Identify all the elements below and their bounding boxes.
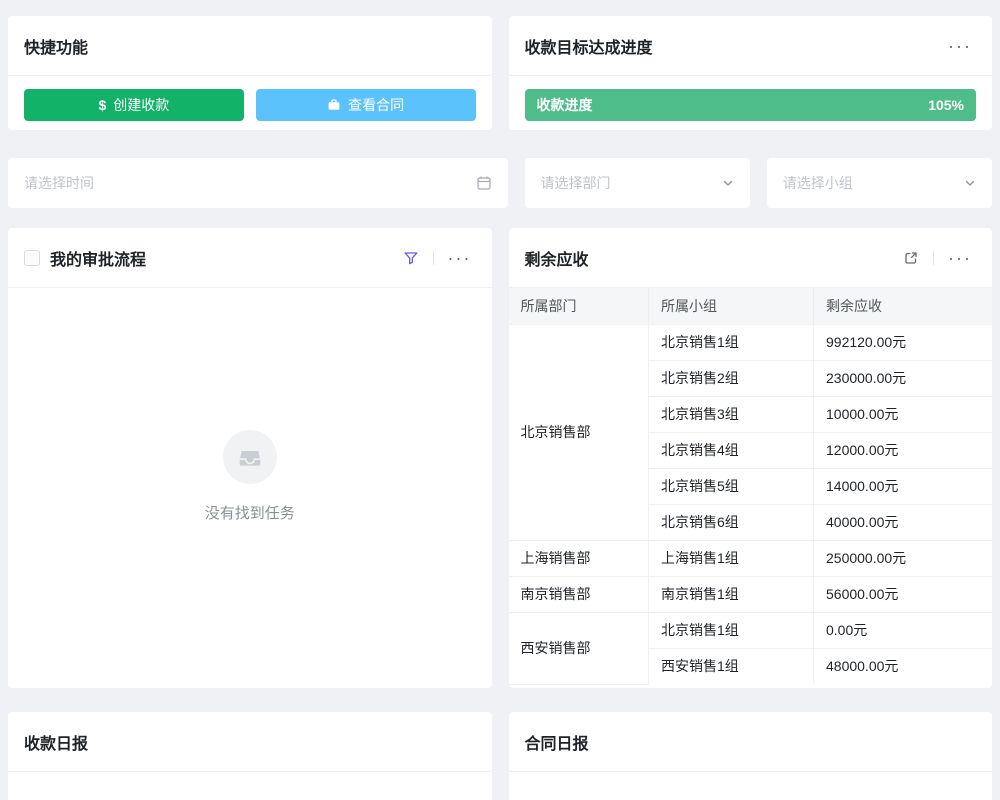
view-contract-label: 查看合同 — [348, 95, 404, 115]
group-cell: 北京销售4组 — [649, 432, 814, 468]
amount-cell: 10000.00元 — [814, 396, 993, 432]
group-cell: 上海销售1组 — [649, 540, 814, 576]
amount-cell: 14000.00元 — [814, 468, 993, 504]
progress-card-title: 收款目标达成进度 — [525, 34, 653, 58]
amount-cell: 0.00元 — [814, 612, 993, 648]
dept-cell: 北京销售部 — [509, 324, 649, 540]
col-header-amount: 剩余应收 — [814, 288, 993, 324]
create-receipt-button[interactable]: $ 创建收款 — [24, 89, 244, 121]
group-cell: 南京销售1组 — [649, 576, 814, 612]
group-cell: 北京销售2组 — [649, 360, 814, 396]
approval-card-title: 我的审批流程 — [50, 246, 146, 270]
group-select-placeholder: 请选择小组 — [783, 173, 853, 193]
header-divider — [933, 251, 934, 265]
empty-inbox-icon — [223, 430, 277, 484]
progress-bar-value: 105% — [928, 97, 964, 113]
quick-actions-title: 快捷功能 — [24, 34, 88, 58]
dept-cell: 南京销售部 — [509, 576, 649, 612]
quick-actions-header: 快捷功能 — [8, 16, 492, 76]
approval-empty-state: 没有找到任务 — [8, 276, 492, 676]
more-icon[interactable]: ··· — [444, 247, 476, 269]
calendar-icon — [476, 175, 492, 191]
amount-cell: 48000.00元 — [814, 648, 993, 684]
amount-cell: 56000.00元 — [814, 576, 993, 612]
view-contract-button[interactable]: 查看合同 — [256, 89, 476, 121]
group-cell: 北京销售5组 — [649, 468, 814, 504]
quick-actions-body: $ 创建收款 查看合同 — [8, 76, 492, 121]
reports-row: 收款日报 合同日报 — [8, 712, 992, 800]
progress-bar: 收款进度 105% — [525, 89, 977, 121]
chevron-down-icon — [964, 177, 976, 189]
progress-card-header: 收款目标达成进度 ··· — [509, 16, 993, 76]
chevron-down-icon — [722, 177, 734, 189]
table-row: 北京销售部 北京销售1组 992120.00元 — [509, 324, 993, 360]
select-all-checkbox[interactable] — [24, 250, 40, 266]
amount-cell: 40000.00元 — [814, 504, 993, 540]
time-picker-field[interactable]: 请选择时间 — [8, 158, 508, 208]
group-cell: 西安销售1组 — [649, 648, 814, 684]
filter-icon[interactable] — [399, 248, 423, 268]
main-row: 我的审批流程 ··· 没有找到任务 — [8, 228, 992, 688]
group-cell: 北京销售1组 — [649, 324, 814, 360]
receivables-card-header: 剩余应收 ··· — [509, 228, 993, 288]
group-cell: 北京销售1组 — [649, 612, 814, 648]
group-select[interactable]: 请选择小组 — [767, 158, 992, 208]
time-picker-placeholder: 请选择时间 — [24, 173, 94, 193]
progress-bar-label: 收款进度 — [537, 95, 593, 115]
department-select[interactable]: 请选择部门 — [525, 158, 750, 208]
progress-card: 收款目标达成进度 ··· 收款进度 105% — [509, 16, 993, 130]
contract-report-title: 合同日报 — [525, 730, 589, 754]
receivables-table: 所属部门 所属小组 剩余应收 北京销售部 北京销售1组 992120.00元 北… — [509, 288, 993, 685]
receipt-report-card: 收款日报 — [8, 712, 492, 800]
department-select-placeholder: 请选择部门 — [541, 173, 611, 193]
amount-cell: 230000.00元 — [814, 360, 993, 396]
group-cell: 北京销售6组 — [649, 504, 814, 540]
create-receipt-label: 创建收款 — [113, 95, 169, 115]
dept-cell: 上海销售部 — [509, 540, 649, 576]
col-header-dept: 所属部门 — [509, 288, 649, 324]
receivables-card-title: 剩余应收 — [525, 246, 589, 270]
quick-actions-card: 快捷功能 $ 创建收款 查看合同 — [8, 16, 492, 130]
amount-cell: 992120.00元 — [814, 324, 993, 360]
header-divider — [433, 251, 434, 265]
col-header-group: 所属小组 — [649, 288, 814, 324]
dashboard-page: 快捷功能 $ 创建收款 查看合同 — [0, 0, 1000, 800]
filter-row: 请选择时间 请选择部门 请选择小组 — [8, 158, 992, 208]
receivables-card: 剩余应收 ··· 所属部门 所属小组 — [509, 228, 993, 688]
table-header-row: 所属部门 所属小组 剩余应收 — [509, 288, 993, 324]
table-row: 西安销售部 北京销售1组 0.00元 — [509, 612, 993, 648]
approval-card: 我的审批流程 ··· 没有找到任务 — [8, 228, 492, 688]
contract-report-card: 合同日报 — [509, 712, 993, 800]
external-link-icon[interactable] — [899, 248, 923, 268]
group-cell: 北京销售3组 — [649, 396, 814, 432]
more-icon[interactable]: ··· — [944, 247, 976, 269]
top-row: 快捷功能 $ 创建收款 查看合同 — [8, 16, 992, 130]
more-icon[interactable]: ··· — [944, 35, 976, 57]
receipt-report-title: 收款日报 — [24, 730, 88, 754]
progress-card-body: 收款进度 105% — [509, 76, 993, 121]
briefcase-icon — [327, 98, 341, 112]
table-row: 上海销售部 上海销售1组 250000.00元 — [509, 540, 993, 576]
contract-report-header: 合同日报 — [509, 712, 993, 772]
amount-cell: 250000.00元 — [814, 540, 993, 576]
dept-cell: 西安销售部 — [509, 612, 649, 684]
dollar-icon: $ — [98, 97, 106, 113]
amount-cell: 12000.00元 — [814, 432, 993, 468]
empty-state-text: 没有找到任务 — [205, 502, 295, 523]
receipt-report-header: 收款日报 — [8, 712, 492, 772]
table-row: 南京销售部 南京销售1组 56000.00元 — [509, 576, 993, 612]
